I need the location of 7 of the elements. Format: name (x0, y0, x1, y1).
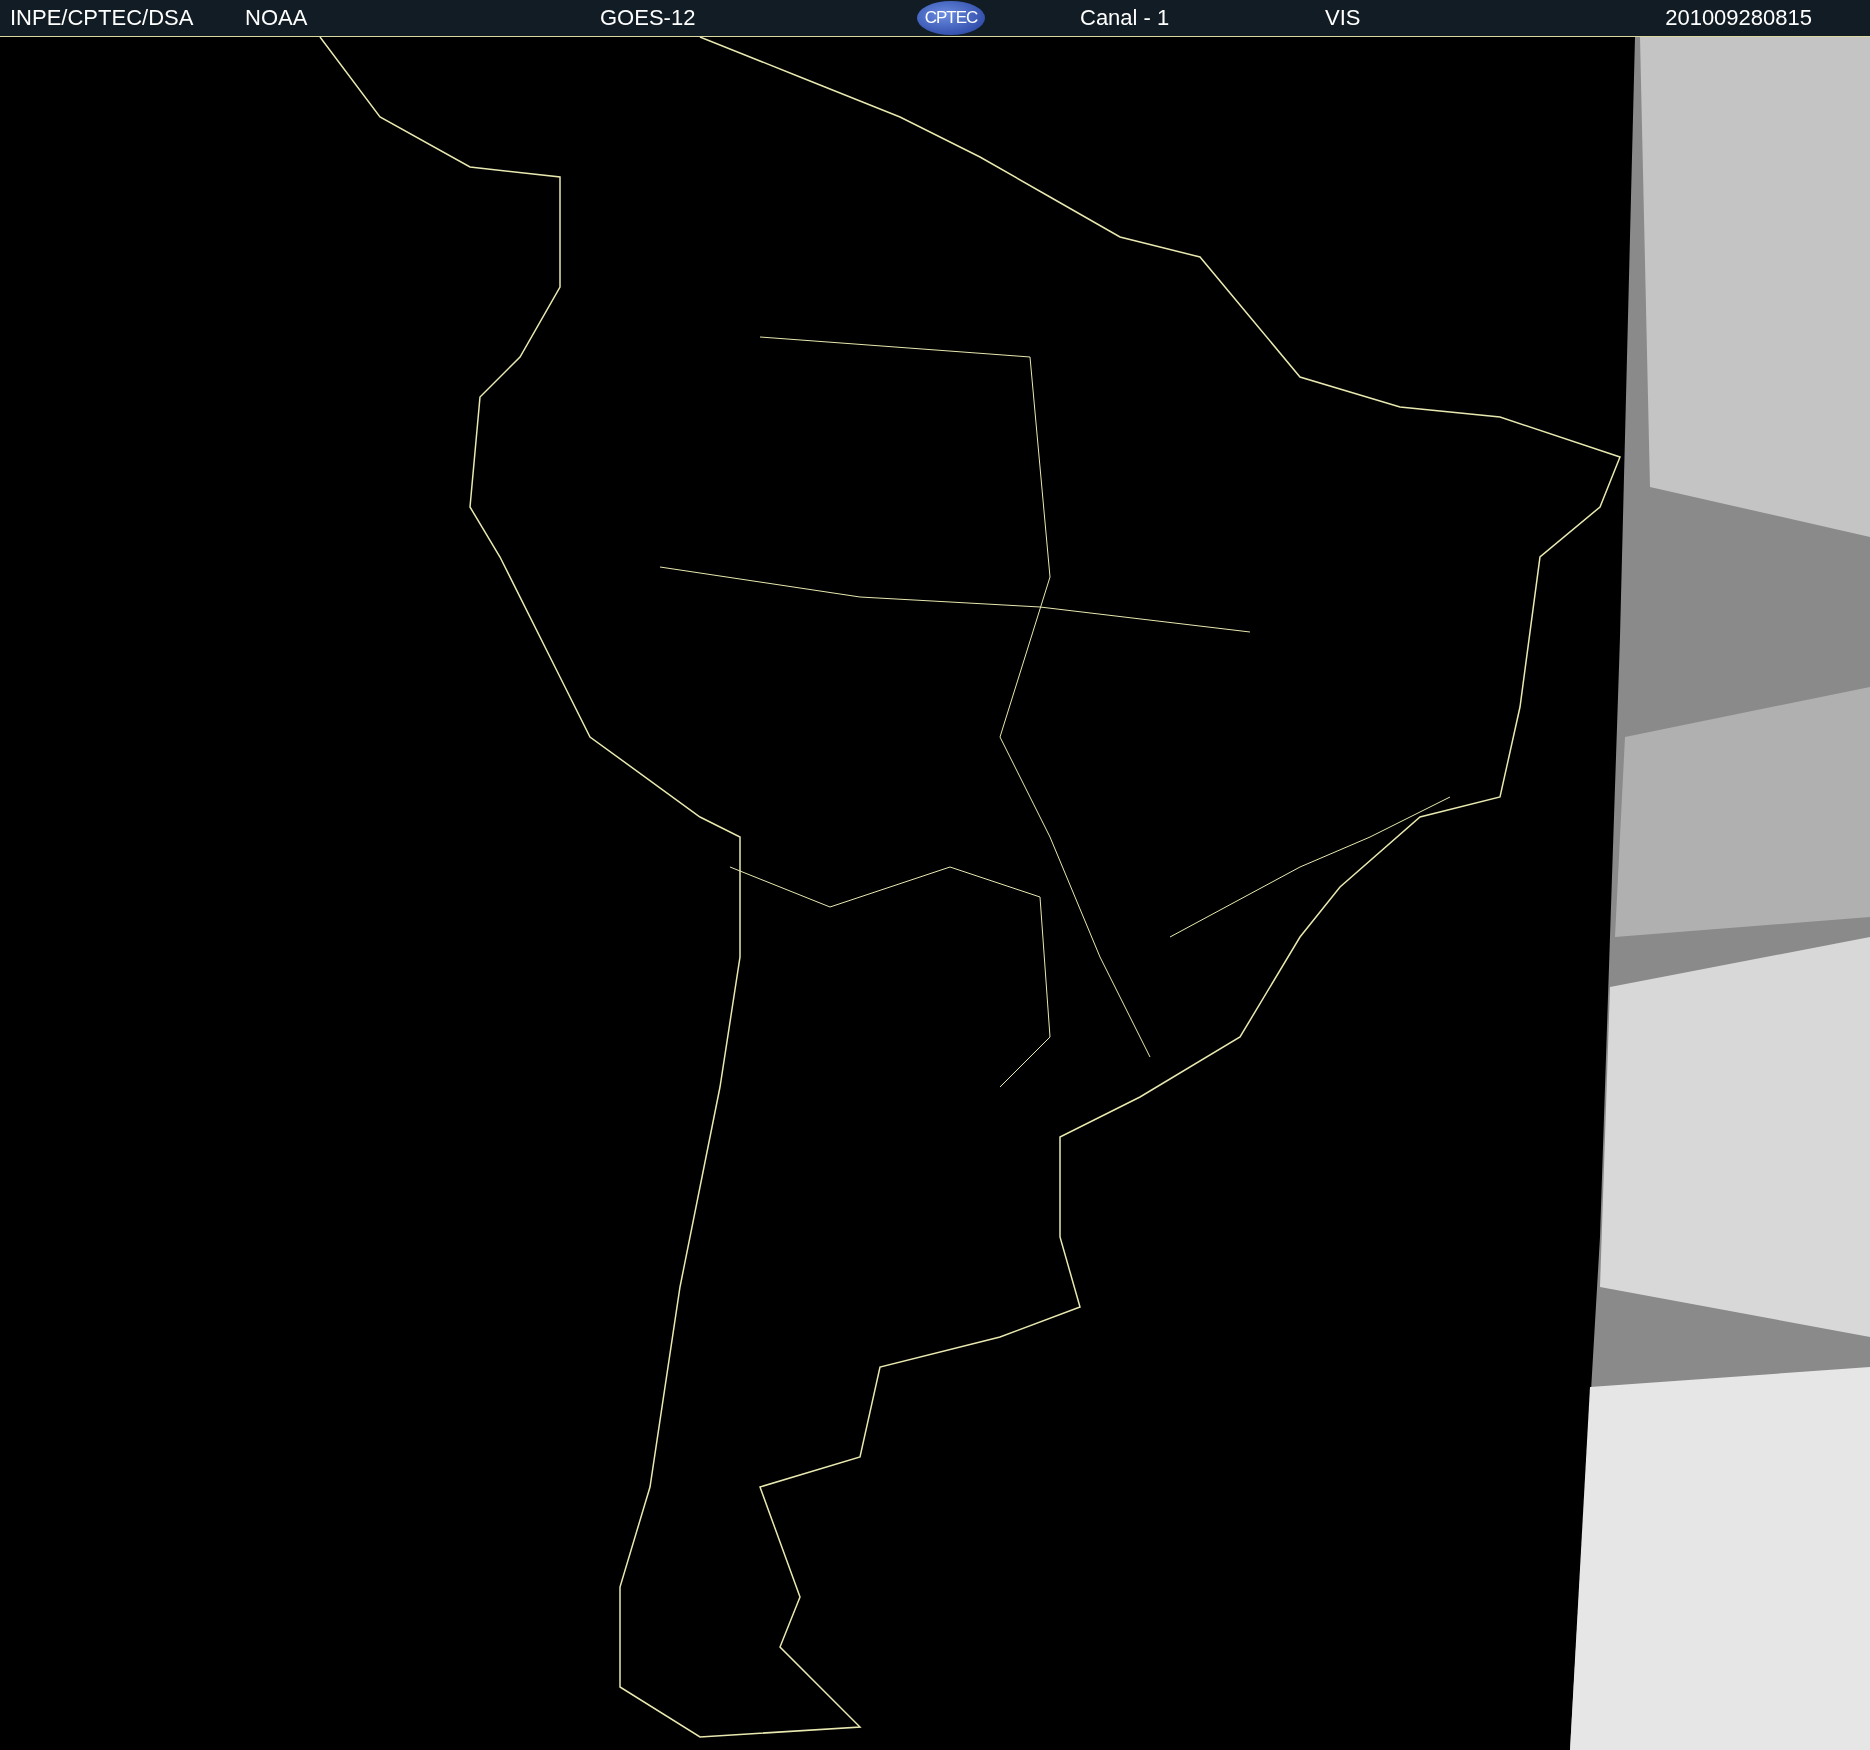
source-label: INPE/CPTEC/DSA (10, 5, 195, 31)
agency-label: NOAA (245, 5, 309, 31)
timestamp-label: 201009280815 (1665, 5, 1812, 31)
satellite-label: GOES-12 (600, 5, 697, 31)
logo: CPTEC (917, 1, 985, 35)
band-label: VIS (1325, 5, 1362, 31)
channel-label: Canal - 1 (1080, 5, 1171, 31)
